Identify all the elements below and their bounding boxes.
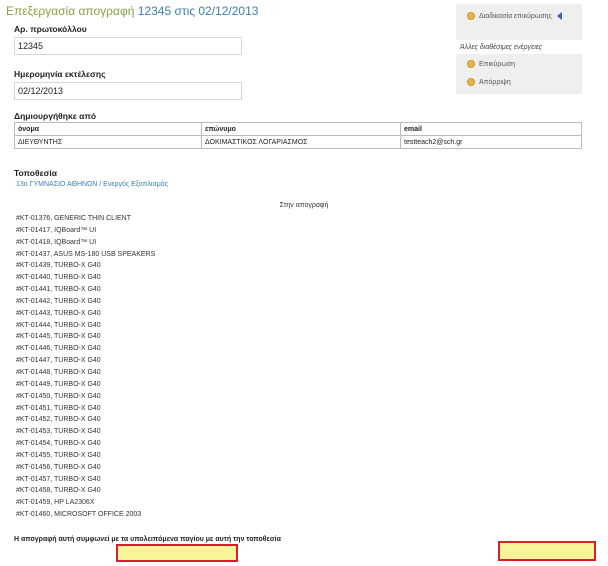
list-item: #KT-01449, TURBO-X G40 xyxy=(16,380,101,388)
table-cell: ΔΙΕΥΘΥΝΤΗΣ xyxy=(14,135,202,149)
reject-link[interactable]: Απόρριψη xyxy=(456,76,582,88)
highlighted-link-2[interactable] xyxy=(498,541,596,561)
approve-label: Επικύρωση xyxy=(479,60,516,68)
table-header-row: όνομα επώνυμο email xyxy=(14,122,582,136)
page-title: Επεξεργασία απογραφή 12345 στις 02/12/20… xyxy=(6,4,258,18)
list-item: #KT-01454, TURBO-X G40 xyxy=(16,440,101,448)
highlighted-link-1[interactable] xyxy=(116,544,238,562)
list-item: #KT-01456, TURBO-X G40 xyxy=(16,463,101,471)
collapse-arrow-icon[interactable] xyxy=(556,12,562,20)
title-number: 12345 στις 02/12/2013 xyxy=(137,4,259,18)
list-item: #KT-01439, TURBO-X G40 xyxy=(16,262,101,270)
list-item: #KT-01453, TURBO-X G40 xyxy=(16,428,101,436)
location-label: Τοποθεσία xyxy=(14,168,58,178)
list-item: #KT-01444, TURBO-X G40 xyxy=(16,321,101,329)
actions-sidebar: Διαδικασία επικύρωσης Άλλες διαθέσιμες ε… xyxy=(456,4,582,94)
list-item: #KT-01418, IQBoard™ UI xyxy=(16,238,97,246)
date-input[interactable]: 02/12/2013 xyxy=(14,82,242,100)
list-item: #KT-01457, TURBO-X G40 xyxy=(16,475,101,483)
list-item: #KT-01455, TURBO-X G40 xyxy=(16,451,101,459)
column-header: επώνυμο xyxy=(201,122,401,136)
items-heading: Στην απογραφή xyxy=(279,202,329,209)
approve-icon xyxy=(467,60,475,68)
coins-icon xyxy=(467,12,475,20)
approve-link[interactable]: Επικύρωση xyxy=(456,58,582,70)
table-row: ΔΙΕΥΘΥΝΤΗΣ ΔΟΚΙΜΑΣΤΙΚΟΣ ΛΟΓΑΡΙΑΣΜΟΣ test… xyxy=(14,135,582,149)
list-item: #KT-01445, TURBO-X G40 xyxy=(16,333,101,341)
location-link[interactable]: 13ο ΓΥΜΝΑΣΙΟ ΑΘΗΝΩΝ / Ενεργός Εξοπλισμός xyxy=(16,181,168,188)
list-item: #KT-01460, MICROSOFT OFFICE 2003 xyxy=(16,511,142,519)
list-item: #KT-01441, TURBO-X G40 xyxy=(16,286,101,294)
reject-icon xyxy=(467,78,475,86)
list-item: #KT-01448, TURBO-X G40 xyxy=(16,368,101,376)
list-item: #KT-01417, IQBoard™ UI xyxy=(16,226,97,234)
list-item: #KT-01450, TURBO-X G40 xyxy=(16,392,101,400)
column-header: όνομα xyxy=(14,122,202,136)
other-actions-heading: Άλλες διαθέσιμες ενέργειες xyxy=(456,40,582,54)
workflow-link[interactable]: Διαδικασία επικύρωσης xyxy=(456,10,582,22)
list-item: #KT-01446, TURBO-X G40 xyxy=(16,345,101,353)
creators-table: όνομα επώνυμο email ΔΙΕΥΘΥΝΤΗΣ ΔΟΚΙΜΑΣΤΙ… xyxy=(14,122,582,149)
footer-note: Η απογραφή αυτή συμφωνεί με τα υπολειπόμ… xyxy=(14,536,281,543)
list-item: #KT-01451, TURBO-X G40 xyxy=(16,404,101,412)
list-item: #KT-01376, GENERIC THIN CLIENT xyxy=(16,215,132,222)
column-header: email xyxy=(400,122,582,136)
table-cell: ΔΟΚΙΜΑΣΤΙΚΟΣ ΛΟΓΑΡΙΑΣΜΟΣ xyxy=(201,135,401,149)
items-list: #KT-01376, GENERIC THIN CLIENT #KT-01417,… xyxy=(16,213,155,521)
list-item: #KT-01440, TURBO-X G40 xyxy=(16,274,101,282)
created-by-label: Δημιουργήθηκε από xyxy=(14,111,97,121)
table-cell: testteach2@sch.gr xyxy=(400,135,582,149)
protocol-label: Αρ. πρωτοκόλλου xyxy=(14,24,87,34)
workflow-label: Διαδικασία επικύρωσης xyxy=(479,12,552,20)
list-item: #KT-01443, TURBO-X G40 xyxy=(16,309,101,317)
reject-label: Απόρριψη xyxy=(479,78,511,86)
title-prefix: Επεξεργασία απογραφή xyxy=(6,4,135,18)
date-label: Ημερομηνία εκτέλεσης xyxy=(14,69,106,79)
protocol-input[interactable]: 12345 xyxy=(14,37,242,55)
list-item: #KT-01437, ASUS MS-180 USB SPEAKERS xyxy=(16,250,156,258)
list-item: #KT-01452, TURBO-X G40 xyxy=(16,416,101,424)
list-item: #KT-01447, TURBO-X G40 xyxy=(16,357,101,365)
list-item: #KT-01458, TURBO-X G40 xyxy=(16,487,101,495)
list-item: #KT-01442, TURBO-X G40 xyxy=(16,297,101,305)
list-item: #KT-01459, HP LA2306X xyxy=(16,499,95,507)
